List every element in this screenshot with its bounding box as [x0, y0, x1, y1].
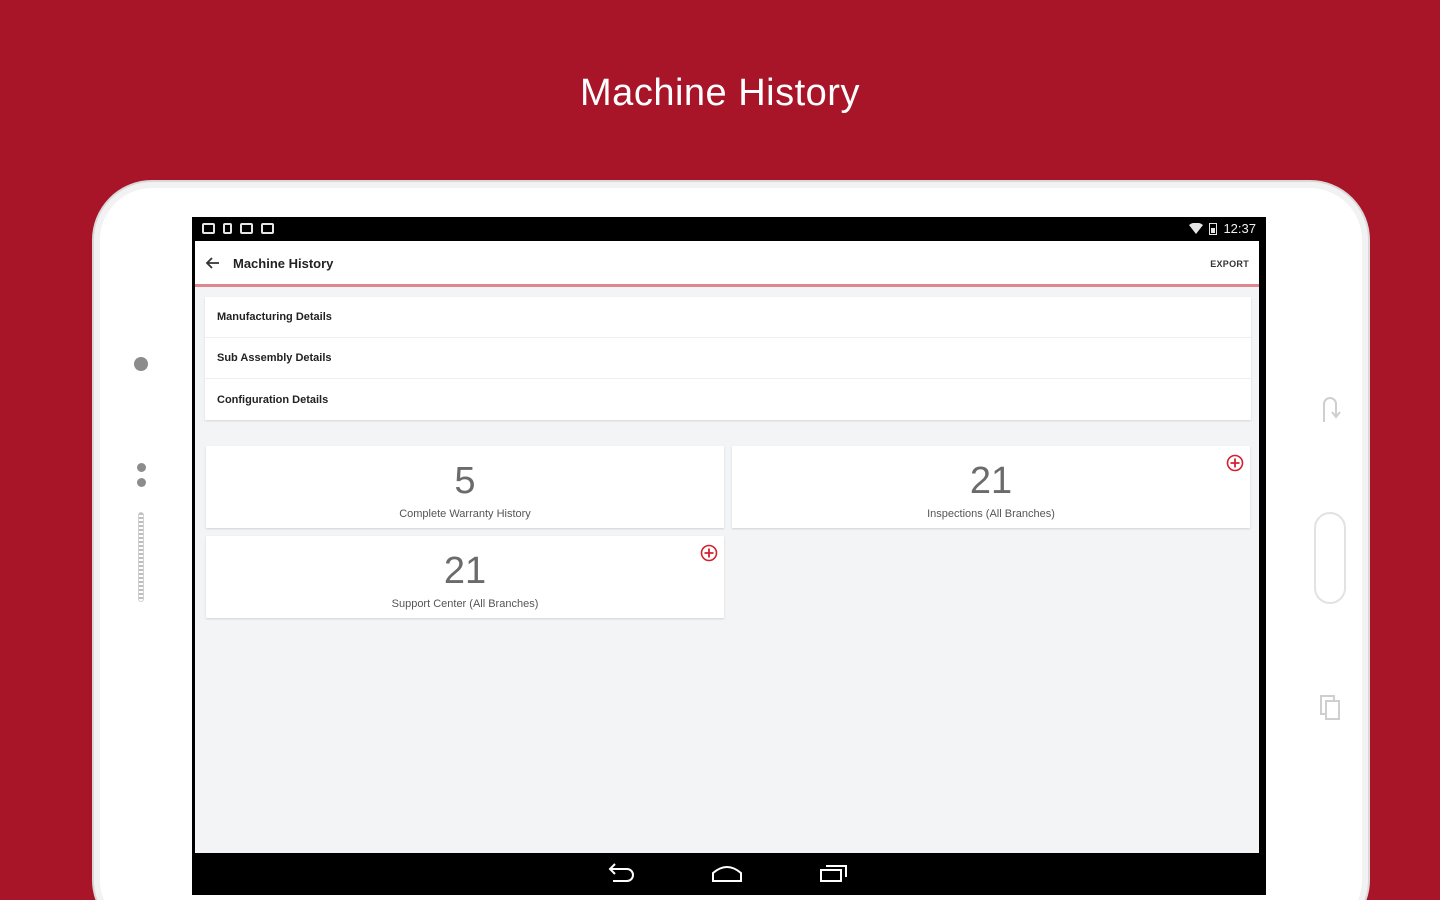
list-item-sub-assembly-details[interactable]: Sub Assembly Details: [205, 338, 1251, 379]
arrow-left-icon[interactable]: [205, 255, 221, 271]
notification-icon: [202, 223, 215, 234]
app-toolbar: Machine History EXPORT: [195, 241, 1259, 287]
battery-icon: [1209, 223, 1218, 235]
hardware-home-button[interactable]: [1314, 512, 1346, 604]
notification-icon: [261, 223, 274, 234]
plus-circle-icon[interactable]: [1226, 454, 1244, 472]
card-label: Complete Warranty History: [399, 508, 531, 520]
status-time: 12:37: [1223, 221, 1256, 236]
details-list: Manufacturing Details Sub Assembly Detai…: [205, 297, 1251, 420]
card-label: Inspections (All Branches): [927, 508, 1055, 520]
export-button[interactable]: EXPORT: [1210, 259, 1249, 269]
list-item-manufacturing-details[interactable]: Manufacturing Details: [205, 297, 1251, 338]
card-count: 21: [969, 460, 1013, 502]
plus-circle-icon[interactable]: [700, 544, 718, 562]
card-count: 5: [454, 460, 476, 502]
app-window: Machine History EXPORT Manufacturing Det…: [195, 241, 1259, 853]
speaker-grille: [138, 512, 144, 602]
card-label: Support Center (All Branches): [391, 598, 539, 610]
notification-icon: [240, 223, 253, 234]
warranty-history-card[interactable]: 5 Complete Warranty History: [206, 446, 724, 528]
list-item-configuration-details[interactable]: Configuration Details: [205, 379, 1251, 420]
promo-title: Machine History: [580, 72, 860, 114]
hardware-back-icon[interactable]: [1316, 396, 1344, 426]
wifi-icon: [1189, 223, 1204, 234]
sensor-dot-icon: [137, 463, 146, 472]
sensor-dot-icon: [137, 478, 146, 487]
page-title: Machine History: [233, 256, 334, 271]
card-count: 21: [443, 550, 487, 592]
back-icon[interactable]: [605, 861, 637, 885]
camera-icon: [134, 357, 148, 371]
notification-icon: [223, 223, 232, 234]
home-icon[interactable]: [711, 861, 743, 885]
inspections-card[interactable]: 21 Inspections (All Branches): [732, 446, 1250, 528]
recents-icon[interactable]: [818, 861, 850, 885]
device-screen: 12:37 Machine History EXPORT Manufacturi…: [192, 217, 1266, 895]
notification-icons: [202, 223, 274, 234]
support-center-card[interactable]: 21 Support Center (All Branches): [206, 536, 724, 618]
hardware-recents-icon[interactable]: [1318, 690, 1342, 720]
system-nav-bar: [192, 853, 1266, 895]
status-bar: 12:37: [192, 217, 1266, 241]
